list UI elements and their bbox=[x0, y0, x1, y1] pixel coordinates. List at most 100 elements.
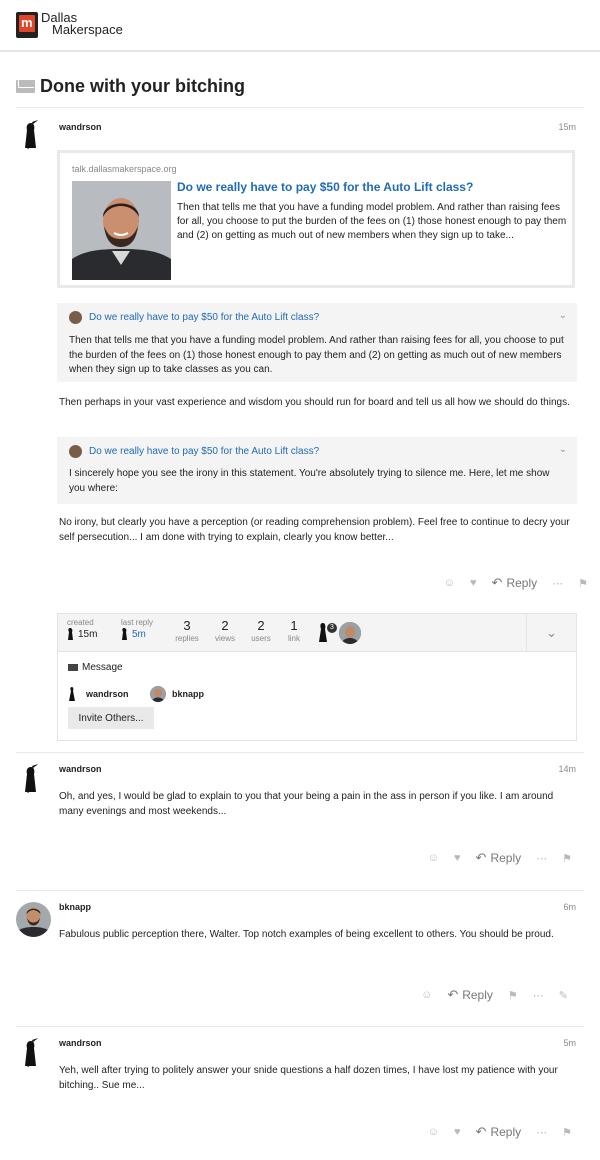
invite-others-button[interactable]: Invite Others... bbox=[68, 707, 154, 729]
post-text: Oh, and yes, I would be glad to explain … bbox=[59, 791, 554, 817]
replies-count: 3 bbox=[183, 618, 191, 633]
quote-block-2: Do we really have to pay $50 for the Aut… bbox=[57, 437, 577, 504]
reply-button[interactable]: ↶ Reply bbox=[447, 987, 493, 1003]
post-text: Fabulous public perception there, Walter… bbox=[59, 929, 554, 940]
divider bbox=[16, 1026, 584, 1027]
avatar[interactable] bbox=[22, 120, 40, 150]
site-logo[interactable]: Dallas Makerspace bbox=[16, 11, 123, 38]
avatar bbox=[150, 686, 166, 702]
topic-title-row: Done with your bitching bbox=[16, 76, 245, 97]
quote-text: Then that tells me that you have a fundi… bbox=[69, 335, 564, 375]
links-count: 1 bbox=[290, 618, 298, 633]
post-paragraph: No irony, but clearly you have a percept… bbox=[59, 517, 570, 543]
avatar[interactable] bbox=[22, 764, 40, 794]
reply-button[interactable]: ↶ Reply bbox=[476, 1124, 522, 1140]
person-photo-icon bbox=[339, 622, 361, 644]
site-header: Dallas Makerspace bbox=[0, 0, 600, 52]
reply-arrow-icon: ↶ bbox=[447, 987, 459, 1002]
post-username[interactable]: wandrson bbox=[59, 1038, 102, 1048]
reaper-avatar-icon bbox=[69, 687, 75, 701]
post-username[interactable]: wandrson bbox=[59, 764, 102, 774]
created-label: created bbox=[67, 618, 94, 627]
emoji-icon[interactable]: ☺ bbox=[421, 989, 432, 1001]
post-actions: ☺ ↶ Reply ⚑ ⋯ ✎ bbox=[421, 987, 568, 1003]
quote-block-1: Do we really have to pay $50 for the Aut… bbox=[57, 303, 577, 382]
participant-wandrson[interactable]: wandrson bbox=[68, 686, 129, 702]
onebox-source[interactable]: talk.dallasmakerspace.org bbox=[72, 164, 177, 174]
created-time: 15m bbox=[78, 628, 98, 640]
post-time[interactable]: 5m bbox=[563, 1038, 576, 1048]
more-ellipsis-icon[interactable]: ⋯ bbox=[536, 1126, 547, 1139]
quote-title-link[interactable]: Do we really have to pay $50 for the Aut… bbox=[89, 312, 319, 323]
flag-icon[interactable]: ⚑ bbox=[562, 1126, 572, 1139]
emoji-icon[interactable]: ☺ bbox=[428, 1126, 439, 1138]
topic-map: created 15m last reply 5m 3 replies 2 vi… bbox=[57, 613, 577, 741]
participant-bknapp[interactable]: bknapp bbox=[150, 686, 204, 702]
reaper-mini-avatar-icon bbox=[68, 628, 73, 640]
onebox-thumbnail bbox=[72, 181, 171, 280]
post-actions: ☺ ♥ ↶ Reply ⋯ ⚑ bbox=[428, 1124, 572, 1140]
views-count: 2 bbox=[221, 618, 229, 633]
emoji-icon[interactable]: ☺ bbox=[444, 577, 455, 589]
post-actions: ☺ ♥ ↶ Reply ⋯ ⚑ bbox=[444, 575, 588, 591]
quote-avatar bbox=[69, 445, 82, 458]
last-reply-label: last reply bbox=[121, 618, 154, 627]
chevron-down-icon[interactable]: ⌄ bbox=[559, 444, 567, 455]
onebox-title[interactable]: Do we really have to pay $50 for the Aut… bbox=[177, 180, 473, 194]
flag-icon[interactable]: ⚑ bbox=[562, 852, 572, 865]
post-time[interactable]: 14m bbox=[558, 764, 576, 774]
more-ellipsis-icon[interactable]: ⋯ bbox=[552, 577, 563, 590]
like-heart-icon[interactable]: ♥ bbox=[470, 577, 477, 589]
like-heart-icon[interactable]: ♥ bbox=[454, 852, 461, 864]
quote-title-link[interactable]: Do we really have to pay $50 for the Aut… bbox=[89, 446, 319, 457]
participant-avatars[interactable]: 3 bbox=[317, 621, 367, 645]
private-message-icon bbox=[16, 80, 35, 93]
last-reply-time: 5m bbox=[132, 628, 146, 640]
post-count-badge: 3 bbox=[327, 623, 337, 633]
views-label: views bbox=[214, 634, 235, 643]
post-2: wandrson 14m Oh, and yes, I would be gla… bbox=[16, 752, 584, 890]
post-paragraph: Then perhaps in your vast experience and… bbox=[59, 397, 570, 408]
flag-icon[interactable]: ⚑ bbox=[508, 989, 518, 1002]
person-photo-icon bbox=[16, 902, 51, 937]
onebox-excerpt: Then that tells me that you have a fundi… bbox=[177, 202, 567, 241]
post-username[interactable]: bknapp bbox=[59, 902, 91, 912]
logo-icon bbox=[16, 12, 38, 38]
emoji-icon[interactable]: ☺ bbox=[428, 852, 439, 864]
person-photo-icon bbox=[72, 181, 171, 280]
link-onebox[interactable]: talk.dallasmakerspace.org Do we really h… bbox=[57, 150, 575, 288]
chevron-down-icon: ⌄ bbox=[546, 625, 557, 640]
quote-avatar bbox=[69, 311, 82, 324]
reply-button[interactable]: ↶ Reply bbox=[476, 850, 522, 866]
users-label: users bbox=[251, 634, 271, 643]
flag-icon[interactable]: ⚑ bbox=[578, 577, 588, 590]
reply-arrow-icon: ↶ bbox=[491, 575, 503, 590]
participant-name: bknapp bbox=[172, 689, 205, 699]
reply-arrow-icon: ↶ bbox=[475, 850, 487, 865]
post-actions: ☺ ♥ ↶ Reply ⋯ ⚑ bbox=[428, 850, 572, 866]
post-time[interactable]: 15m bbox=[558, 122, 576, 132]
post-text: Yeh, well after trying to politely answe… bbox=[59, 1065, 558, 1091]
post-time[interactable]: 6m bbox=[563, 902, 576, 912]
topic-title[interactable]: Done with your bitching bbox=[40, 76, 245, 97]
more-ellipsis-icon[interactable]: ⋯ bbox=[533, 989, 544, 1002]
avatar[interactable] bbox=[22, 1038, 40, 1068]
post-3: bknapp 6m Fabulous public perception the… bbox=[16, 890, 584, 1026]
edit-pencil-icon[interactable]: ✎ bbox=[559, 989, 568, 1002]
post-4: wandrson 5m Yeh, well after trying to po… bbox=[16, 1026, 584, 1160]
avatar[interactable] bbox=[16, 902, 51, 937]
reaper-mini-avatar-icon bbox=[122, 628, 127, 640]
post-username[interactable]: wandrson bbox=[59, 122, 102, 132]
quote-text: I sincerely hope you see the irony in th… bbox=[69, 468, 550, 494]
reaper-avatar-icon bbox=[25, 120, 38, 150]
logo-line2: Makerspace bbox=[52, 22, 123, 37]
expand-topic-map-button[interactable]: ⌄ bbox=[526, 614, 576, 652]
chevron-down-icon[interactable]: ⌄ bbox=[559, 310, 567, 321]
more-ellipsis-icon[interactable]: ⋯ bbox=[536, 852, 547, 865]
divider bbox=[16, 890, 584, 891]
links-label: link bbox=[287, 634, 300, 643]
reply-button[interactable]: ↶ Reply bbox=[492, 575, 538, 591]
like-heart-icon[interactable]: ♥ bbox=[454, 1126, 461, 1138]
divider bbox=[16, 752, 584, 753]
topic-map-summary[interactable]: created 15m last reply 5m 3 replies 2 vi… bbox=[58, 614, 576, 652]
